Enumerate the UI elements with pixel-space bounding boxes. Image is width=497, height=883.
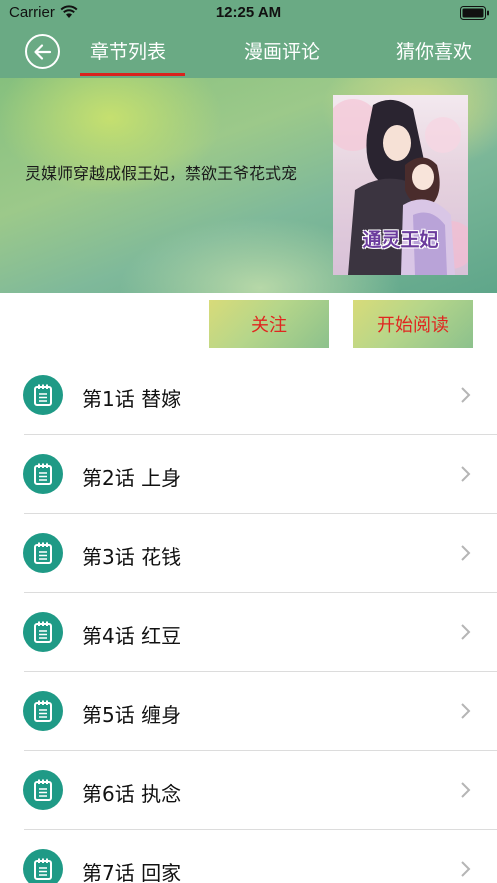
chapter-row[interactable]: 第5话 缠身 [0, 672, 497, 751]
chapter-title: 第2话 上身 [82, 466, 182, 490]
comic-banner: 灵媒师穿越成假王妃，禁欲王爷花式宠 通灵王妃 [0, 78, 497, 293]
chapter-row[interactable]: 第3话 花钱 [0, 514, 497, 593]
arrow-left-icon [34, 44, 52, 60]
chevron-right-icon [461, 861, 471, 877]
chevron-right-icon [461, 466, 471, 482]
notebook-icon [23, 770, 63, 810]
chevron-right-icon [461, 782, 471, 798]
notebook-icon [23, 533, 63, 573]
chapter-row[interactable]: 第4话 红豆 [0, 593, 497, 672]
chapter-title: 第4话 红豆 [82, 624, 182, 648]
chapter-row[interactable]: 第2话 上身 [0, 435, 497, 514]
battery-icon [460, 6, 489, 20]
nav-bar: 章节列表 漫画评论 猜你喜欢 [0, 26, 497, 78]
status-time: 12:25 AM [215, 4, 282, 21]
comic-description: 灵媒师穿越成假王妃，禁欲王爷花式宠 [25, 164, 298, 183]
chapter-row[interactable]: 第6话 执念 [0, 751, 497, 830]
top-header: Carrier 12:25 AM 章节列表 漫画评论 猜你喜欢 [0, 0, 497, 78]
tab-recommendations[interactable]: 猜你喜欢 [396, 37, 472, 64]
tab-comic-comments[interactable]: 漫画评论 [244, 37, 320, 64]
chapter-title: 第1话 替嫁 [82, 387, 182, 411]
notebook-icon [23, 691, 63, 731]
chapter-title: 第7话 回家 [82, 861, 182, 883]
back-button[interactable] [25, 34, 60, 69]
active-tab-indicator [80, 73, 185, 76]
chapter-title: 第6话 执念 [82, 782, 182, 806]
notebook-icon [23, 849, 63, 883]
chapter-row[interactable]: 第1话 替嫁 [0, 356, 497, 435]
chapter-title: 第3话 花钱 [82, 545, 182, 569]
chevron-right-icon [461, 703, 471, 719]
notebook-icon [23, 612, 63, 652]
comic-cover-image[interactable]: 通灵王妃 [333, 95, 468, 275]
chevron-right-icon [461, 624, 471, 640]
notebook-icon [23, 375, 63, 415]
chevron-right-icon [461, 387, 471, 403]
cover-title: 通灵王妃 [362, 229, 439, 251]
chapter-row[interactable]: 第7话 回家 [0, 830, 497, 883]
chapter-title: 第5话 缠身 [82, 703, 182, 727]
status-bar: Carrier 12:25 AM [0, 0, 497, 26]
chapter-list: 第1话 替嫁 第2话 上身 第3话 花钱 第4话 红豆 第5话 缠身 第6话 执… [0, 356, 497, 883]
notebook-icon [23, 454, 63, 494]
tab-chapter-list[interactable]: 章节列表 [90, 37, 166, 64]
start-reading-button[interactable]: 开始阅读 [353, 300, 473, 348]
chevron-right-icon [461, 545, 471, 561]
follow-button[interactable]: 关注 [209, 300, 329, 348]
